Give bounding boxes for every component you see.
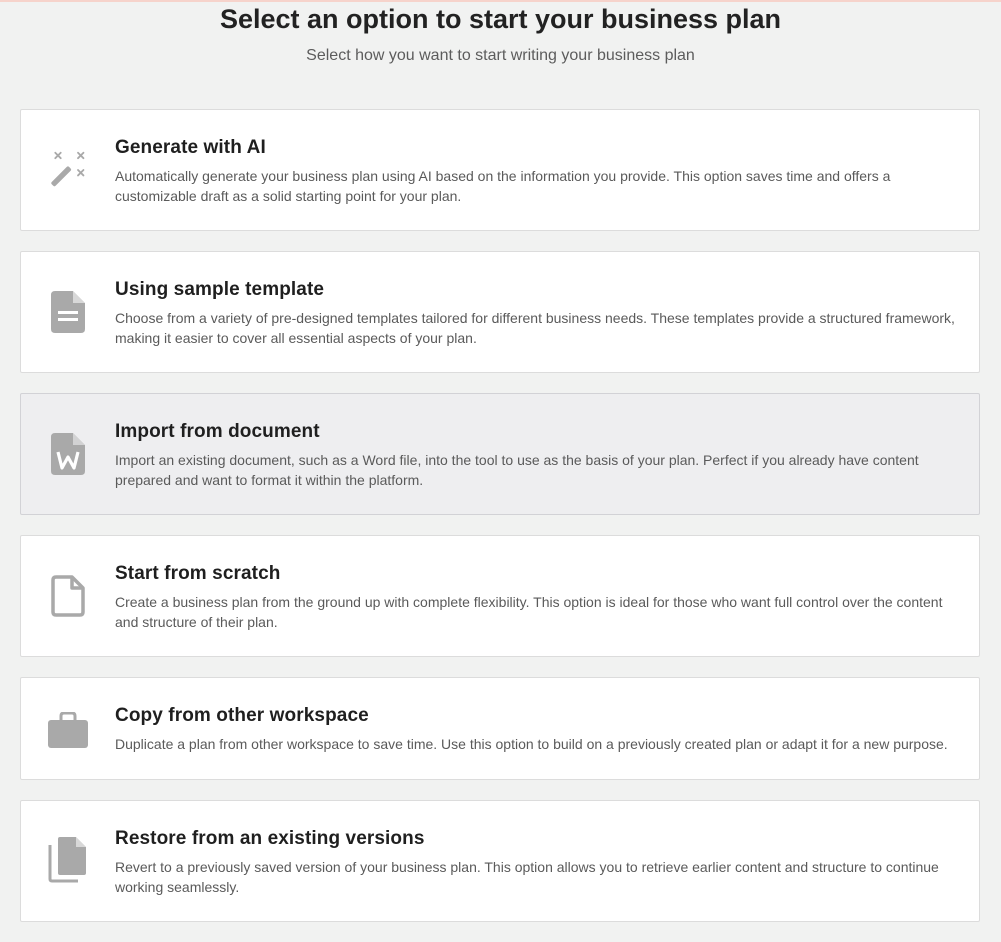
option-description: Create a business plan from the ground u… — [115, 594, 943, 630]
option-title: Generate with AI — [115, 137, 266, 158]
option-description: Import an existing document, such as a W… — [115, 452, 919, 488]
top-accent-bar — [0, 0, 1001, 2]
word-file-icon — [48, 432, 88, 476]
option-copy-from-other-workspace[interactable]: Copy from other workspace Duplicate a pl… — [20, 677, 980, 780]
document-icon — [48, 290, 88, 334]
option-title: Using sample template — [115, 279, 325, 300]
option-title: Import from document — [115, 421, 320, 442]
option-description: Duplicate a plan from other workspace to… — [115, 736, 948, 752]
options-list: Generate with AI Automatically generate … — [20, 109, 980, 942]
option-using-sample-template[interactable]: Using sample template Choose from a vari… — [20, 251, 980, 373]
option-description: Choose from a variety of pre-designed te… — [115, 310, 955, 346]
option-start-from-scratch[interactable]: Start from scratch Create a business pla… — [20, 535, 980, 657]
page-title: Select an option to start your business … — [219, 4, 782, 34]
blank-file-icon — [48, 574, 88, 618]
option-restore-from-existing-versions[interactable]: Restore from an existing versions Revert… — [20, 800, 980, 922]
option-description: Revert to a previously saved version of … — [115, 859, 939, 895]
briefcase-icon — [48, 708, 88, 752]
magic-wand-icon — [48, 148, 88, 192]
page-subtitle: Select how you want to start writing you… — [306, 47, 695, 64]
option-title: Copy from other workspace — [115, 705, 369, 726]
option-generate-with-ai[interactable]: Generate with AI Automatically generate … — [20, 109, 980, 231]
option-title: Start from scratch — [115, 563, 281, 584]
copy-files-icon — [48, 837, 88, 883]
option-title: Restore from an existing versions — [115, 828, 425, 849]
option-import-from-document[interactable]: Import from document Import an existing … — [20, 393, 980, 515]
option-description: Automatically generate your business pla… — [115, 168, 891, 204]
